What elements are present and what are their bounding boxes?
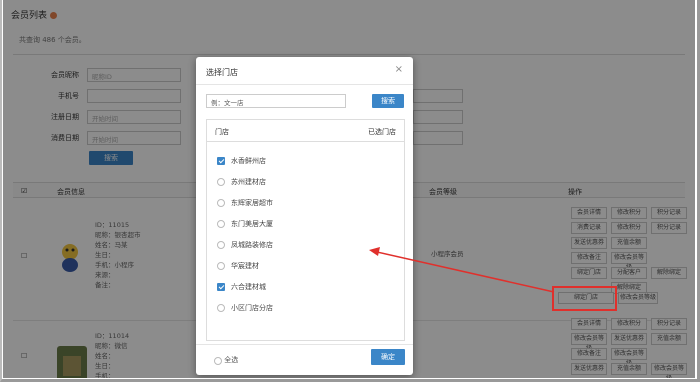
store-option-label: 东门美居大厦 bbox=[231, 220, 273, 228]
store-option-label: 东辉家居超市 bbox=[231, 199, 273, 207]
checkbox-icon[interactable] bbox=[217, 199, 225, 207]
checkbox-checked-icon[interactable] bbox=[217, 283, 225, 291]
store-option-label: 苏州建材店 bbox=[231, 178, 266, 186]
close-icon[interactable]: × bbox=[395, 64, 403, 75]
store-search-input[interactable]: 例：文一店 bbox=[206, 94, 346, 108]
store-option-label: 六合建材城 bbox=[231, 283, 266, 291]
select-all-label: 全选 bbox=[224, 356, 239, 364]
store-option-label: 小区门店分店 bbox=[231, 304, 273, 312]
checkbox-icon[interactable] bbox=[217, 178, 225, 186]
annotation-highlight-box bbox=[552, 286, 617, 311]
checkbox-icon[interactable] bbox=[217, 241, 225, 249]
checkbox-icon[interactable] bbox=[217, 220, 225, 228]
store-list-header: 门店 已选门店 bbox=[207, 120, 404, 142]
select-all[interactable]: 全选 bbox=[214, 355, 238, 365]
store-option-label: 华宸建材 bbox=[231, 262, 259, 270]
checkbox-icon[interactable] bbox=[214, 357, 222, 365]
store-list: 门店 已选门店 水香鲜州店 苏州建材店 东辉家居超市 东门美居大厦 凤城路装修店… bbox=[206, 119, 405, 341]
checkbox-icon[interactable] bbox=[217, 262, 225, 270]
dialog-title: 选择门店 bbox=[206, 68, 238, 77]
confirm-button[interactable]: 确定 bbox=[371, 349, 405, 365]
checkbox-icon[interactable] bbox=[217, 304, 225, 312]
store-option-label: 凤城路装修店 bbox=[231, 241, 273, 249]
member-list-page: 会员列表 共查询 486 个会员。 会员昵称 昵称ID 手机号 注册日期 开始时… bbox=[3, 0, 695, 378]
store-option-label: 水香鲜州店 bbox=[231, 157, 266, 165]
dialog-divider bbox=[196, 84, 413, 85]
store-search-button[interactable]: 搜索 bbox=[372, 94, 404, 108]
selected-stores-toggle[interactable]: 已选门店 bbox=[368, 127, 396, 137]
dialog-footer-divider bbox=[196, 344, 413, 345]
checkbox-checked-icon[interactable] bbox=[217, 157, 225, 165]
store-column-label: 门店 bbox=[215, 128, 229, 136]
select-store-dialog: 选择门店 × 例：文一店 搜索 门店 已选门店 水香鲜州店 苏州建材店 东辉家居… bbox=[196, 57, 413, 375]
